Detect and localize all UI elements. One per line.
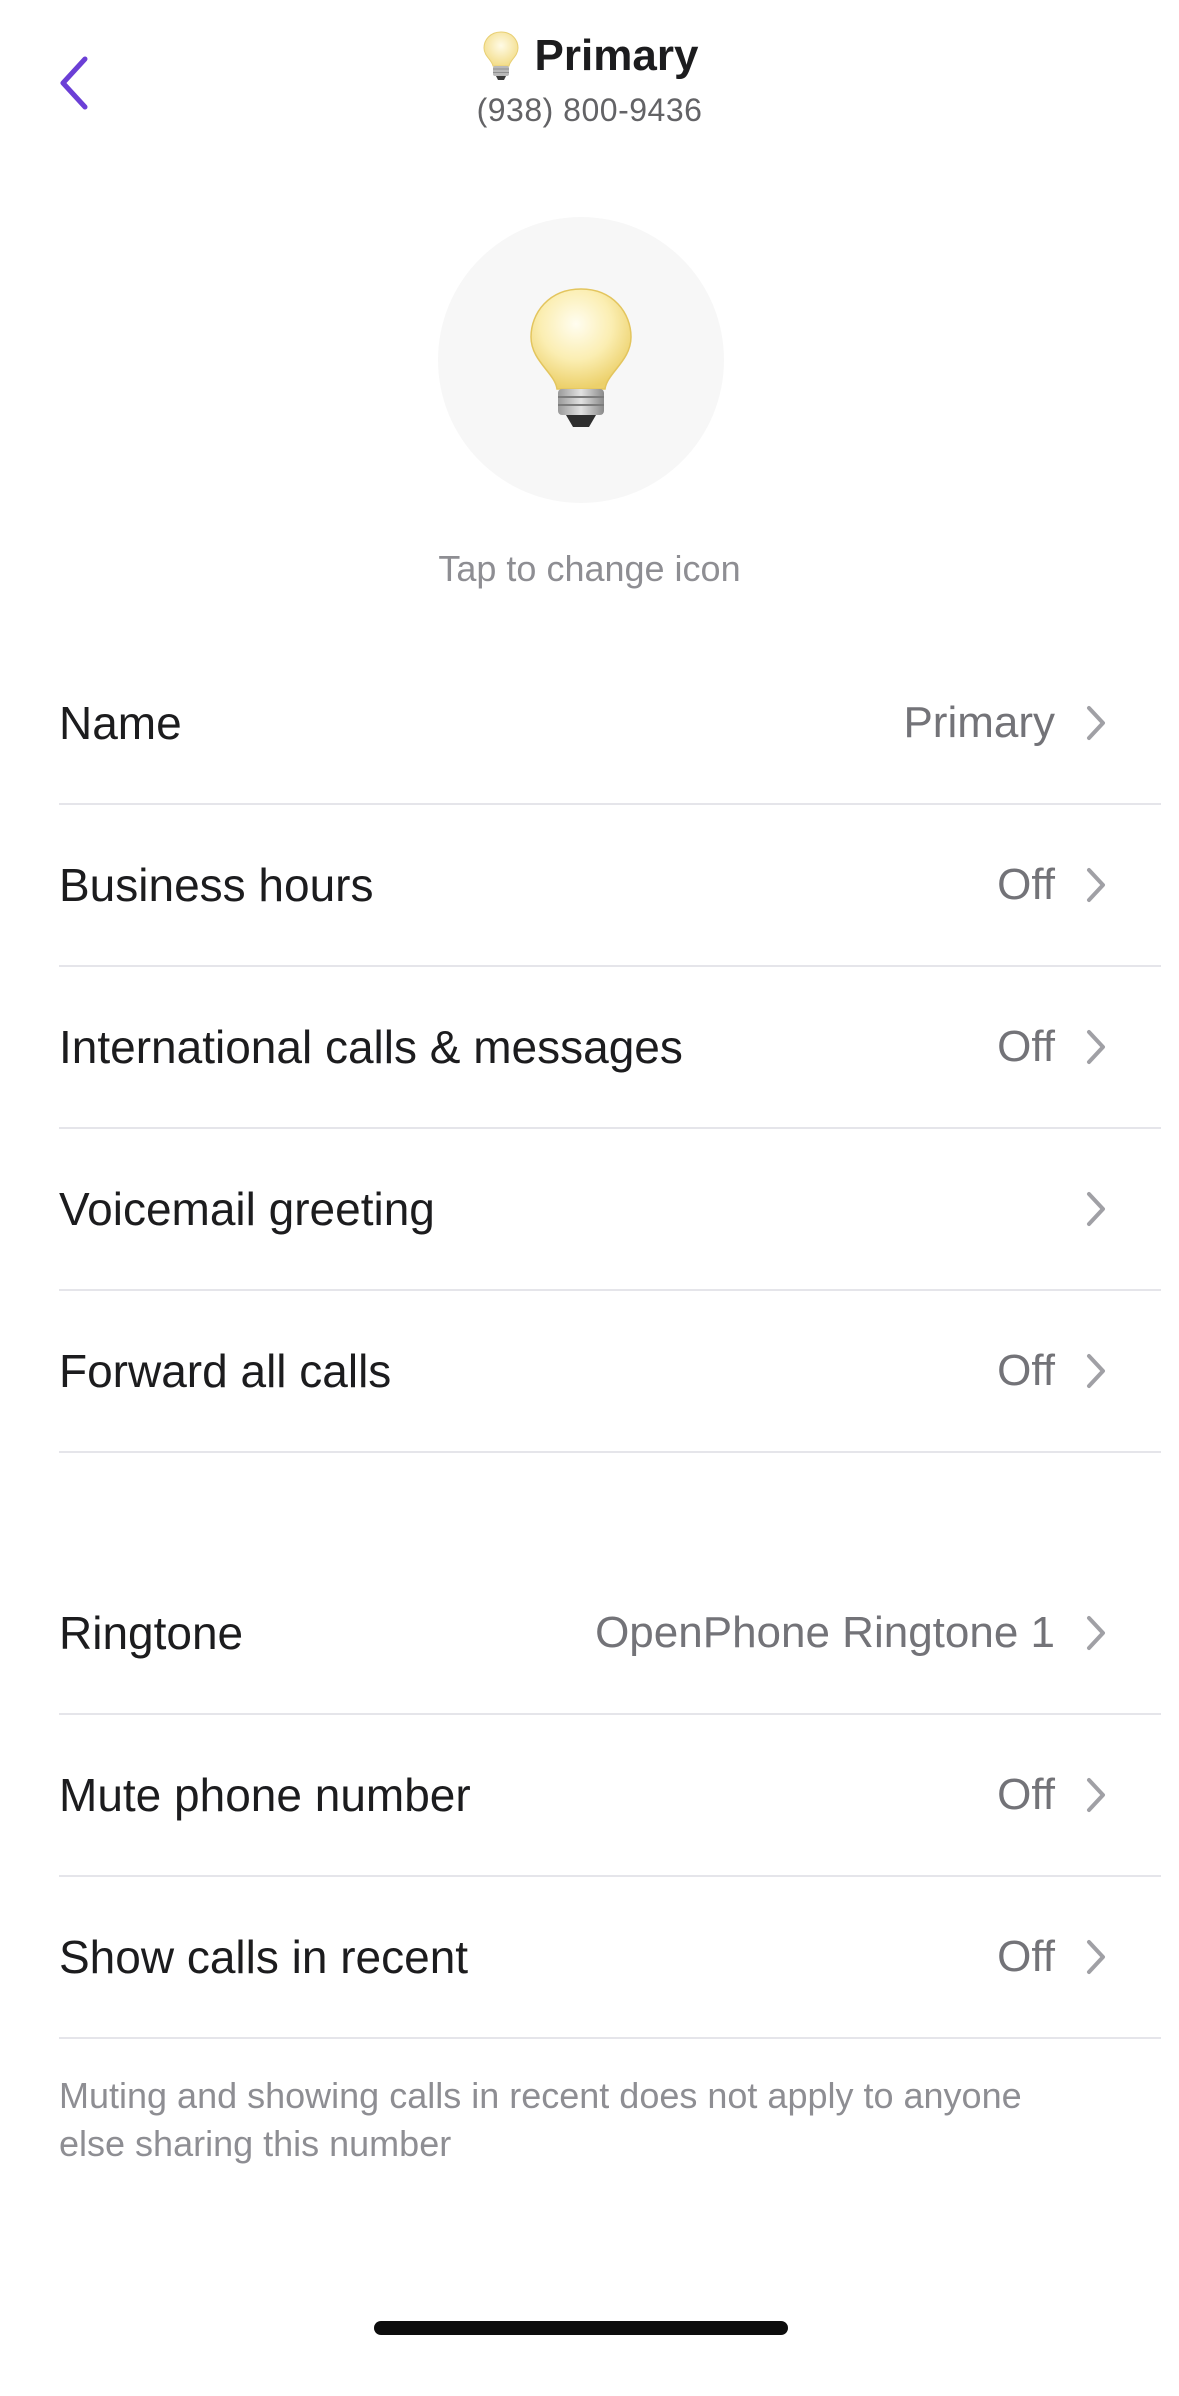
- ringtone-row[interactable]: Ringtone OpenPhone Ringtone 1: [59, 1553, 1161, 1715]
- row-value: Primary: [903, 698, 1055, 747]
- row-label: Forward all calls: [59, 1345, 392, 1397]
- row-label: Ringtone: [59, 1607, 244, 1659]
- phone-number-subtitle: (938) 800-9436: [476, 92, 703, 128]
- voicemail-greeting-row[interactable]: Voicemail greeting: [59, 1129, 1161, 1291]
- light-bulb-icon: [483, 31, 519, 80]
- change-icon-hint: Tap to change icon: [438, 548, 741, 589]
- row-value: Off: [997, 1932, 1055, 1981]
- row-label: Show calls in recent: [59, 1931, 469, 1983]
- light-bulb-icon: [530, 288, 632, 427]
- row-value: Off: [997, 1346, 1055, 1395]
- row-value: Off: [997, 1770, 1055, 1819]
- chevron-right-icon: [1087, 1192, 1105, 1226]
- chevron-right-icon: [1087, 706, 1105, 740]
- chevron-right-icon: [1087, 1030, 1105, 1064]
- page-title: Primary: [534, 31, 699, 80]
- header-title-row: Primary: [0, 30, 1179, 82]
- row-label: Name: [59, 697, 182, 749]
- chevron-right-icon: [1087, 1778, 1105, 1812]
- forward-all-calls-row[interactable]: Forward all calls Off: [59, 1291, 1161, 1453]
- mute-phone-number-row[interactable]: Mute phone number Off: [59, 1715, 1161, 1877]
- home-indicator[interactable]: [374, 2321, 788, 2335]
- row-value: OpenPhone Ringtone 1: [595, 1608, 1055, 1657]
- chevron-right-icon: [1087, 1940, 1105, 1974]
- number-settings-screen: Primary (938) 800-9436 Tap to change ico…: [0, 0, 1179, 2396]
- name-row[interactable]: Name Primary: [59, 643, 1161, 805]
- chevron-right-icon: [1087, 868, 1105, 902]
- sharing-footnote: Muting and showing calls in recent does …: [59, 2075, 1022, 2164]
- international-calls-row[interactable]: International calls & messages Off: [59, 967, 1161, 1129]
- row-label: Voicemail greeting: [59, 1183, 435, 1235]
- row-label: International calls & messages: [59, 1021, 683, 1073]
- row-value: Off: [997, 860, 1055, 909]
- business-hours-row[interactable]: Business hours Off: [59, 805, 1161, 967]
- show-calls-in-recent-row[interactable]: Show calls in recent Off: [59, 1877, 1161, 2039]
- chevron-right-icon: [1087, 1616, 1105, 1650]
- row-label: Mute phone number: [59, 1769, 471, 1821]
- row-label: Business hours: [59, 859, 374, 911]
- change-icon-button[interactable]: [438, 217, 724, 503]
- chevron-right-icon: [1087, 1354, 1105, 1388]
- row-value: Off: [997, 1022, 1055, 1071]
